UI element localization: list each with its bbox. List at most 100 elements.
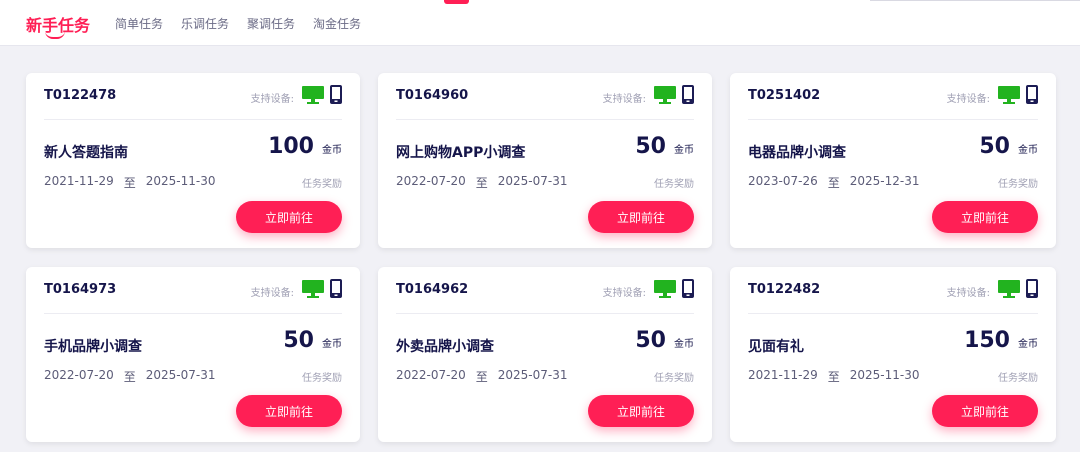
desktop-icon <box>302 86 324 104</box>
reward-unit: 金币 <box>674 339 694 350</box>
top-bar: 新手任务 简单任务 乐调任务 聚调任务 淘金任务 <box>0 0 1080 46</box>
reward: 50 金币 <box>635 134 694 159</box>
task-id: T0164960 <box>396 88 469 103</box>
desktop-icon <box>654 280 676 298</box>
end-date: 2025-11-30 <box>145 174 216 188</box>
reward-label: 任务奖励 <box>998 373 1038 384</box>
mobile-icon <box>330 85 342 104</box>
card-divider <box>44 119 342 120</box>
task-card: T0251402 支持设备: 电器品牌小调查 50 金币 2023-07-26 … <box>730 73 1056 248</box>
mobile-icon <box>682 279 694 298</box>
reward-label: 任务奖励 <box>302 179 342 190</box>
reward-amount: 150 <box>964 328 1010 353</box>
task-name: 见面有礼 <box>748 339 804 355</box>
device-label: 支持设备: <box>602 94 646 105</box>
task-card: T0122482 支持设备: 见面有礼 150 金币 2021-11-29 至 … <box>730 267 1056 442</box>
task-name: 手机品牌小调查 <box>44 339 142 355</box>
reward-amount: 100 <box>268 134 314 159</box>
start-date: 2022-07-20 <box>44 368 114 382</box>
reward-unit: 金币 <box>1018 145 1038 156</box>
task-id: T0164962 <box>396 282 469 297</box>
reward: 150 金币 <box>964 328 1038 353</box>
card-divider <box>396 313 694 314</box>
device-label: 支持设备: <box>602 288 646 299</box>
end-date: 2025-07-31 <box>497 368 568 382</box>
task-card: T0164973 支持设备: 手机品牌小调查 50 金币 2022-07-20 … <box>26 267 360 442</box>
date-separator: 至 <box>123 370 136 384</box>
date-range: 2021-11-29 至 2025-11-30 <box>44 174 216 191</box>
reward-label: 任务奖励 <box>302 373 342 384</box>
go-button[interactable]: 立即前往 <box>236 201 342 233</box>
reward-amount: 50 <box>635 134 666 159</box>
reward-amount: 50 <box>635 328 666 353</box>
reward-label: 任务奖励 <box>998 179 1038 190</box>
start-date: 2023-07-26 <box>748 174 818 188</box>
date-range: 2022-07-20 至 2025-07-31 <box>396 368 568 385</box>
top-accent-tab <box>444 0 469 4</box>
desktop-icon <box>302 280 324 298</box>
date-range: 2023-07-26 至 2025-12-31 <box>748 174 920 191</box>
nav-item-gold[interactable]: 淘金任务 <box>313 15 361 32</box>
go-button[interactable]: 立即前往 <box>236 395 342 427</box>
desktop-icon <box>998 280 1020 298</box>
reward-label: 任务奖励 <box>654 179 694 190</box>
mobile-icon <box>1026 279 1038 298</box>
reward: 50 金币 <box>635 328 694 353</box>
nav-item-le[interactable]: 乐调任务 <box>181 15 229 32</box>
reward: 50 金币 <box>283 328 342 353</box>
end-date: 2025-11-30 <box>849 368 920 382</box>
card-divider <box>396 119 694 120</box>
device-label: 支持设备: <box>250 94 294 105</box>
card-divider <box>748 119 1038 120</box>
task-card: T0122478 支持设备: 新人答题指南 100 金币 2021-11-29 … <box>26 73 360 248</box>
go-button[interactable]: 立即前往 <box>588 395 694 427</box>
date-separator: 至 <box>475 176 488 190</box>
mobile-icon <box>330 279 342 298</box>
date-range: 2022-07-20 至 2025-07-31 <box>396 174 568 191</box>
end-date: 2025-07-31 <box>145 368 216 382</box>
task-name: 电器品牌小调查 <box>748 145 846 161</box>
go-button[interactable]: 立即前往 <box>932 201 1038 233</box>
nav-item-ju[interactable]: 聚调任务 <box>247 15 295 32</box>
task-card: T0164960 支持设备: 网上购物APP小调查 50 金币 2022-07-… <box>378 73 712 248</box>
task-id: T0122482 <box>748 282 821 297</box>
start-date: 2022-07-20 <box>396 174 466 188</box>
start-date: 2021-11-29 <box>44 174 114 188</box>
start-date: 2022-07-20 <box>396 368 466 382</box>
task-name: 网上购物APP小调查 <box>396 145 526 161</box>
reward: 100 金币 <box>268 134 342 159</box>
task-card: T0164962 支持设备: 外卖品牌小调查 50 金币 2022-07-20 … <box>378 267 712 442</box>
brand-smile-icon <box>45 31 65 39</box>
nav-item-simple[interactable]: 简单任务 <box>115 15 163 32</box>
card-divider <box>748 313 1038 314</box>
top-divider-line <box>870 0 1080 1</box>
reward-unit: 金币 <box>322 339 342 350</box>
task-name: 外卖品牌小调查 <box>396 339 494 355</box>
go-button[interactable]: 立即前往 <box>932 395 1038 427</box>
date-range: 2021-11-29 至 2025-11-30 <box>748 368 920 385</box>
reward-amount: 50 <box>979 134 1010 159</box>
reward-label: 任务奖励 <box>654 373 694 384</box>
desktop-icon <box>998 86 1020 104</box>
end-date: 2025-07-31 <box>497 174 568 188</box>
date-separator: 至 <box>827 370 840 384</box>
device-label: 支持设备: <box>946 288 990 299</box>
date-separator: 至 <box>123 176 136 190</box>
reward: 50 金币 <box>979 134 1038 159</box>
date-separator: 至 <box>475 370 488 384</box>
reward-unit: 金币 <box>322 145 342 156</box>
go-button[interactable]: 立即前往 <box>588 201 694 233</box>
task-id: T0122478 <box>44 88 117 103</box>
desktop-icon <box>654 86 676 104</box>
start-date: 2021-11-29 <box>748 368 818 382</box>
mobile-icon <box>1026 85 1038 104</box>
device-label: 支持设备: <box>946 94 990 105</box>
task-id: T0164973 <box>44 282 117 297</box>
task-nav: 简单任务 乐调任务 聚调任务 淘金任务 <box>115 15 361 32</box>
end-date: 2025-12-31 <box>849 174 920 188</box>
mobile-icon <box>682 85 694 104</box>
task-name: 新人答题指南 <box>44 145 128 161</box>
reward-amount: 50 <box>283 328 314 353</box>
date-range: 2022-07-20 至 2025-07-31 <box>44 368 216 385</box>
task-id: T0251402 <box>748 88 821 103</box>
